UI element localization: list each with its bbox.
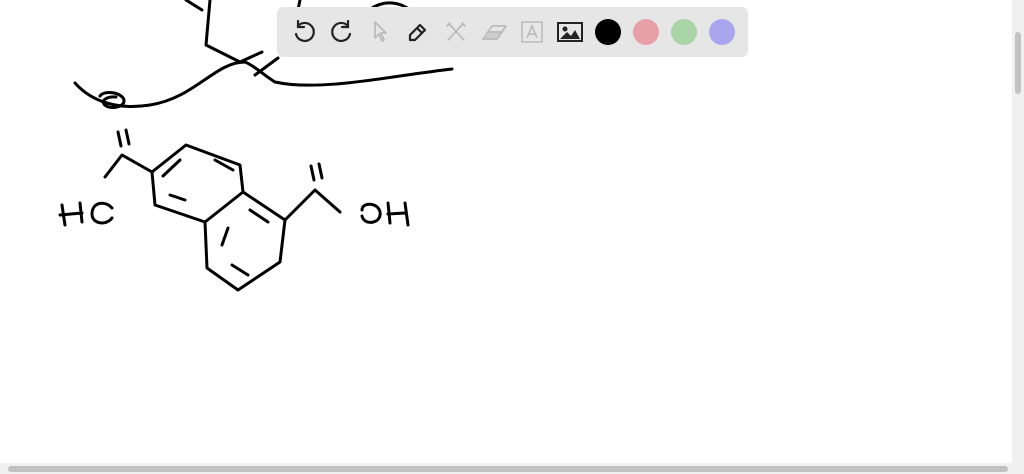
drawing-canvas[interactable] bbox=[0, 0, 1012, 463]
redo-button[interactable] bbox=[323, 13, 361, 51]
image-tool-button[interactable] bbox=[551, 13, 589, 51]
text-icon bbox=[521, 21, 543, 43]
color-purple[interactable] bbox=[703, 13, 741, 51]
color-pink[interactable] bbox=[627, 13, 665, 51]
tools-button[interactable] bbox=[437, 13, 475, 51]
drawing-toolbar bbox=[277, 7, 748, 57]
undo-icon bbox=[294, 19, 315, 43]
pen-tool-button[interactable] bbox=[399, 13, 437, 51]
select-icon bbox=[374, 21, 387, 42]
color-black[interactable] bbox=[589, 13, 627, 51]
redo-icon bbox=[331, 19, 352, 43]
horizontal-scrollbar[interactable] bbox=[0, 463, 1024, 474]
text-tool-button[interactable] bbox=[513, 13, 551, 51]
color-green[interactable] bbox=[665, 13, 703, 51]
vertical-scroll-thumb[interactable] bbox=[1015, 32, 1021, 94]
eraser-tool-button[interactable] bbox=[475, 13, 513, 51]
eraser-icon bbox=[482, 25, 507, 40]
naphthalene-dicarboxylic-acid-sketch bbox=[58, 128, 410, 292]
tools-icon bbox=[446, 22, 466, 41]
image-icon bbox=[557, 22, 583, 42]
horizontal-scroll-thumb[interactable] bbox=[8, 466, 1008, 472]
pen-icon bbox=[408, 23, 427, 42]
vertical-scrollbar[interactable] bbox=[1012, 0, 1024, 463]
select-tool-button[interactable] bbox=[361, 13, 399, 51]
undo-button[interactable] bbox=[285, 13, 323, 51]
